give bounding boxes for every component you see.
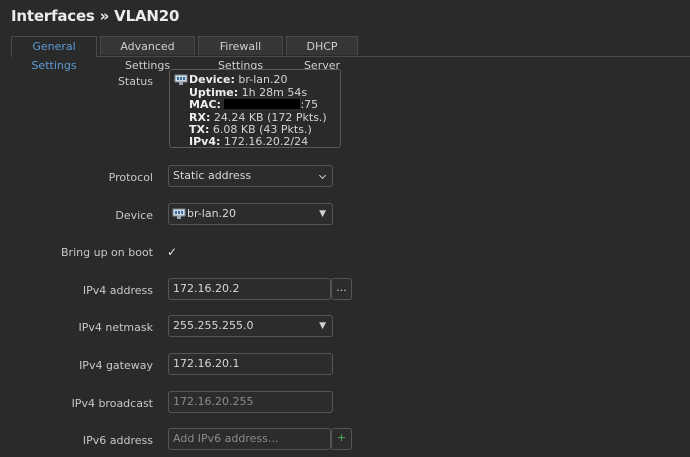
interface-settings-page: Interfaces » VLAN20 General Settings Adv…: [0, 0, 690, 457]
protocol-label: Protocol: [108, 171, 153, 184]
protocol-select[interactable]: Static address: [168, 165, 333, 187]
ipv4-value: 172.16.20.2/24: [223, 135, 309, 148]
device-value: br-lan.20: [238, 73, 288, 86]
caret-down-icon: ▼: [319, 321, 326, 331]
chevron-down-icon: [318, 171, 327, 180]
status-label: Status: [117, 75, 153, 88]
ipv4-gateway-label: IPv4 gateway: [79, 359, 153, 372]
protocol-value: Static address: [173, 169, 252, 182]
network-device-icon: [172, 208, 186, 219]
network-device-icon: [174, 74, 188, 85]
mac-key: MAC:: [189, 98, 221, 111]
device-select[interactable]: br-lan.20 ▼: [168, 203, 333, 225]
ipv4-netmask-select[interactable]: 255.255.255.0 ▼: [168, 315, 333, 337]
caret-down-icon: ▼: [319, 209, 326, 219]
ipv6-address-input[interactable]: Add IPv6 address...: [168, 428, 331, 450]
device-value: br-lan.20: [187, 207, 237, 220]
ipv4-netmask-value: 255.255.255.0: [173, 319, 254, 332]
boot-checkbox[interactable]: ✓: [167, 246, 179, 258]
ipv4-broadcast-input[interactable]: 172.16.20.255: [168, 391, 333, 413]
ipv4-netmask-label: IPv4 netmask: [78, 321, 154, 334]
mac-redaction: [224, 99, 301, 109]
tab-advanced-settings[interactable]: Advanced Settings: [100, 36, 195, 72]
mac-suffix: :75: [300, 98, 319, 111]
status-ipv4: IPv4: 172.16.20.2/24: [189, 135, 308, 148]
device-label: Device: [115, 209, 153, 222]
boot-label: Bring up on boot: [61, 246, 153, 259]
ipv4-address-more-button[interactable]: ...: [331, 278, 352, 300]
ipv4-gateway-input[interactable]: 172.16.20.1: [168, 353, 333, 375]
ipv6-address-label: IPv6 address: [82, 434, 153, 447]
tab-bar: General Settings Advanced Settings Firew…: [11, 36, 690, 72]
ipv6-add-button[interactable]: +: [331, 428, 352, 450]
tab-firewall-settings[interactable]: Firewall Settings: [198, 36, 283, 72]
ipv4-address-label: IPv4 address: [82, 284, 153, 297]
status-device: Device: br-lan.20: [189, 73, 287, 86]
status-mac: MAC: :75: [189, 98, 318, 111]
device-key: Device:: [189, 73, 235, 86]
tab-dhcp-server[interactable]: DHCP Server: [286, 36, 358, 72]
tab-general-settings[interactable]: General Settings: [11, 36, 97, 72]
page-title: Interfaces » VLAN20: [11, 7, 180, 25]
ipv4-broadcast-label: IPv4 broadcast: [71, 397, 153, 410]
status-panel: Device: br-lan.20 Uptime: 1h 28m 54s MAC…: [169, 69, 341, 148]
ipv4-key: IPv4:: [189, 135, 221, 148]
ipv4-address-input[interactable]: 172.16.20.2: [168, 278, 331, 300]
